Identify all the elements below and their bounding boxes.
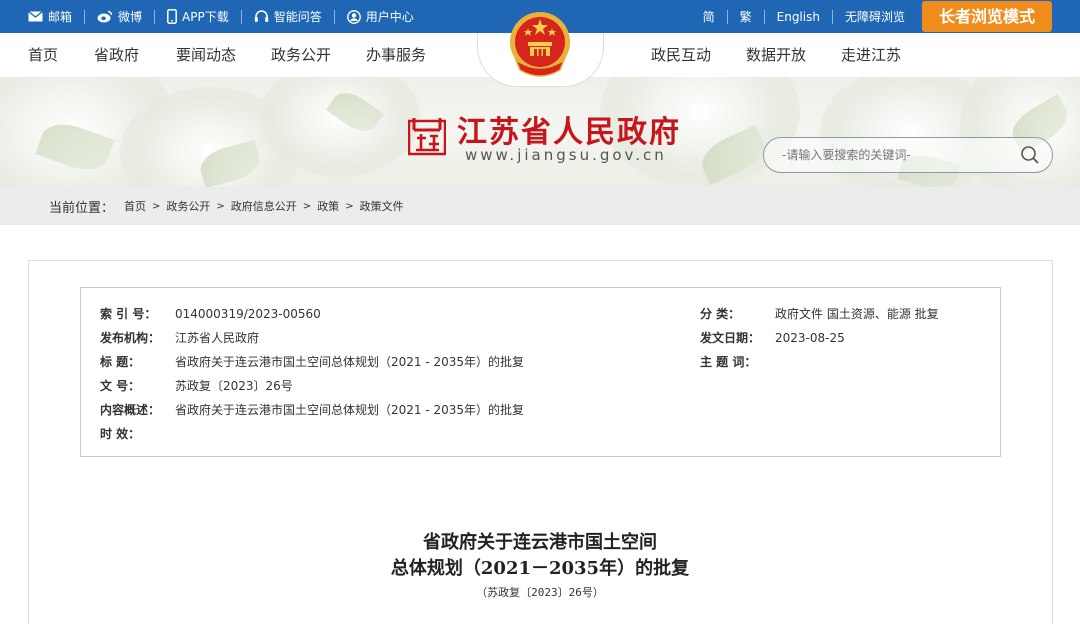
meta-key: 主 题 词：: [700, 355, 757, 369]
meta-value: 省政府关于连云港市国土空间总体规划（2021 - 2035年）的批复: [175, 403, 525, 417]
headset-icon: [254, 9, 268, 22]
meta-key: 发文日期：: [700, 331, 761, 345]
divider: [154, 9, 156, 24]
qa-label: 智能问答: [273, 10, 322, 24]
meta-key: 时 效：: [100, 427, 141, 441]
breadcrumb-item[interactable]: 首页: [124, 198, 146, 214]
nav-about[interactable]: 走进江苏: [841, 33, 901, 77]
breadcrumb-label: 当前位置：: [49, 200, 115, 216]
site-logo-icon: [408, 118, 446, 156]
meta-title: 标 题： 省政府关于连云港市国土空间总体规划（2021 - 2035年）的批复: [100, 353, 524, 370]
weibo-icon: [97, 10, 113, 23]
divider: [763, 9, 765, 24]
meta-summary: 内容概述： 省政府关于连云港市国土空间总体规划（2021 - 2035年）的批复: [100, 401, 524, 418]
meta-key: 分 类：: [700, 307, 741, 321]
traditional-link[interactable]: 繁: [740, 8, 752, 25]
divider: [726, 9, 728, 24]
weibo-link[interactable]: 微博: [97, 8, 142, 25]
nav-open[interactable]: 政务公开: [271, 33, 331, 77]
breadcrumb-item[interactable]: 政府信息公开: [231, 198, 297, 214]
nav-news[interactable]: 要闻动态: [176, 33, 236, 77]
phone-icon: [167, 9, 177, 24]
national-emblem-icon: [510, 12, 570, 77]
breadcrumb-bar: 当前位置： 首页 > 政务公开 > 政府信息公开 > 政策 > 政策文件: [0, 187, 1080, 225]
breadcrumb: 当前位置： 首页 > 政务公开 > 政府信息公开 > 政策 > 政策文件: [49, 187, 404, 225]
nav-data[interactable]: 数据开放: [746, 33, 806, 77]
search-icon[interactable]: [1020, 145, 1040, 165]
accessible-link[interactable]: 无障碍浏览: [845, 8, 905, 25]
mail-label: 邮箱: [48, 10, 73, 24]
meta-category: 分 类： 政府文件 国土资源、能源 批复: [700, 305, 939, 322]
breadcrumb-item[interactable]: 政策: [317, 198, 339, 214]
meta-date: 发文日期： 2023-08-25: [700, 329, 845, 346]
divider: [240, 9, 242, 24]
nav-home[interactable]: 首页: [28, 33, 58, 77]
divider: [333, 9, 335, 24]
search-box: [763, 137, 1053, 173]
meta-key: 发布机构：: [100, 331, 161, 345]
meta-value: 苏政复〔2023〕26号: [175, 379, 293, 393]
nav-interact[interactable]: 政民互动: [651, 33, 711, 77]
weibo-label: 微博: [118, 10, 143, 24]
simplified-link[interactable]: 简: [703, 8, 715, 25]
meta-value: 政府文件 国土资源、能源 批复: [775, 307, 939, 321]
site-title: 江苏省人民政府: [457, 115, 681, 150]
divider: [84, 9, 86, 24]
english-link[interactable]: English: [777, 10, 820, 24]
document-title-line-2: 总体规划（2021－2035年）的批复: [390, 558, 690, 579]
mail-link[interactable]: 邮箱: [28, 8, 72, 25]
user-center-link[interactable]: 用户中心: [346, 8, 414, 25]
meta-key: 索 引 号：: [100, 307, 157, 321]
meta-index: 索 引 号： 014000319/2023-00560: [100, 305, 321, 322]
meta-key: 标 题：: [100, 355, 141, 369]
qa-link[interactable]: 智能问答: [254, 8, 322, 25]
meta-value: 省政府关于连云港市国土空间总体规划（2021 - 2035年）的批复: [175, 355, 525, 369]
nav-service[interactable]: 办事服务: [366, 33, 426, 77]
chevron-right-icon: >: [152, 200, 161, 212]
user-icon: [346, 9, 361, 24]
chevron-right-icon: >: [345, 200, 354, 212]
meta-value: 2023-08-25: [775, 331, 845, 345]
meta-key: 文 号：: [100, 379, 141, 393]
meta-docno: 文 号： 苏政复〔2023〕26号: [100, 377, 293, 394]
chevron-right-icon: >: [302, 200, 312, 212]
mail-icon: [28, 11, 43, 22]
divider: [831, 9, 833, 24]
breadcrumb-item[interactable]: 政策文件: [360, 198, 404, 214]
site-url: www.jiangsu.gov.cn: [465, 146, 667, 164]
app-label: APP下载: [182, 10, 229, 24]
app-download-link[interactable]: APP下载: [167, 8, 229, 25]
meta-topic: 主 题 词：: [700, 353, 775, 370]
meta-validity: 时 效：: [100, 425, 175, 442]
meta-value: 江苏省人民政府: [175, 331, 260, 345]
document-title-line-1: 省政府关于连云港市国土空间: [423, 532, 657, 553]
breadcrumb-item[interactable]: 政务公开: [166, 198, 210, 214]
nav-gov[interactable]: 省政府: [94, 33, 139, 77]
meta-key: 内容概述：: [100, 403, 161, 417]
meta-org: 发布机构： 江苏省人民政府: [100, 329, 259, 346]
document-number: （苏政复〔2023〕26号）: [476, 586, 604, 599]
elder-mode-button[interactable]: 长者浏览模式: [921, 1, 1052, 32]
user-label: 用户中心: [365, 10, 414, 24]
meta-value: 014000319/2023-00560: [175, 307, 321, 321]
chevron-right-icon: >: [216, 200, 225, 212]
search-input[interactable]: [782, 146, 1002, 164]
